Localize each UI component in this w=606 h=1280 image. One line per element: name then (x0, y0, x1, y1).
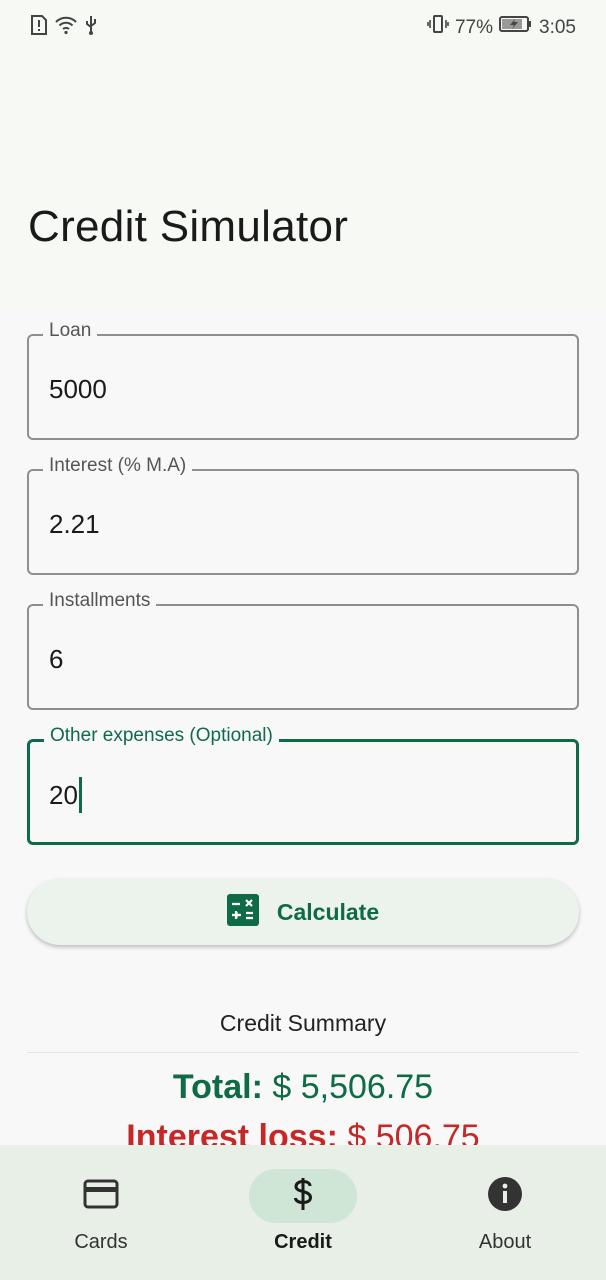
nav-item-about[interactable]: About (404, 1145, 606, 1280)
interest-value: 2.21 (49, 509, 100, 539)
loan-label: Loan (43, 320, 98, 342)
calculator-icon (226, 893, 259, 931)
usb-icon (84, 14, 98, 41)
credit-card-icon (83, 1179, 119, 1214)
loan-value: 5000 (49, 374, 107, 404)
status-right: 77% 3:05 (427, 14, 576, 41)
wifi-icon (54, 15, 78, 40)
text-cursor (78, 777, 82, 813)
clock: 3:05 (539, 16, 576, 38)
nav-item-cards[interactable]: Cards (0, 1145, 202, 1280)
info-icon (487, 1176, 523, 1217)
loan-field[interactable]: Loan 5000 (27, 320, 579, 440)
bottom-nav: Cards Credit About (0, 1145, 606, 1280)
nav-cards-label: Cards (74, 1231, 128, 1253)
total-label: Total: (172, 1068, 263, 1106)
battery-icon (499, 14, 533, 41)
total-value: $ 5,506.75 (272, 1068, 434, 1106)
installments-field[interactable]: Installments 6 (27, 590, 579, 710)
nav-credit-pill (249, 1169, 357, 1223)
total-line: Total: $ 5,506.75 (0, 1068, 606, 1107)
dollar-icon (292, 1177, 314, 1216)
installments-label: Installments (43, 590, 157, 612)
status-left (30, 14, 98, 41)
calculate-button[interactable]: Calculate (27, 879, 579, 945)
installments-value: 6 (49, 644, 64, 674)
battery-percent: 77% (454, 16, 494, 38)
status-bar: 77% 3:05 (0, 0, 606, 52)
summary-title: Credit Summary (219, 1010, 387, 1036)
interest-field[interactable]: Interest (% M.A) 2.21 (27, 455, 579, 575)
nav-about-pill (451, 1169, 559, 1223)
nav-item-credit[interactable]: Credit (202, 1145, 404, 1280)
app-bar: Credit Simulator (0, 52, 606, 308)
nav-cards-pill (47, 1169, 155, 1223)
nav-credit-label: Credit (274, 1231, 332, 1253)
calculate-label: Calculate (276, 898, 380, 925)
interest-label: Interest (% M.A) (43, 455, 193, 477)
nav-about-label: About (478, 1231, 532, 1253)
page-title: Credit Simulator (28, 202, 349, 251)
other-expenses-value: 20 (49, 779, 78, 810)
vibrate-icon (427, 14, 449, 41)
other-expenses-label: Other expenses (Optional) (44, 725, 279, 747)
other-expenses-value-wrap: 20 (49, 777, 82, 815)
other-expenses-field[interactable]: Other expenses (Optional) 20 (27, 725, 579, 845)
alert-icon (30, 15, 48, 40)
summary-divider (27, 1052, 579, 1053)
